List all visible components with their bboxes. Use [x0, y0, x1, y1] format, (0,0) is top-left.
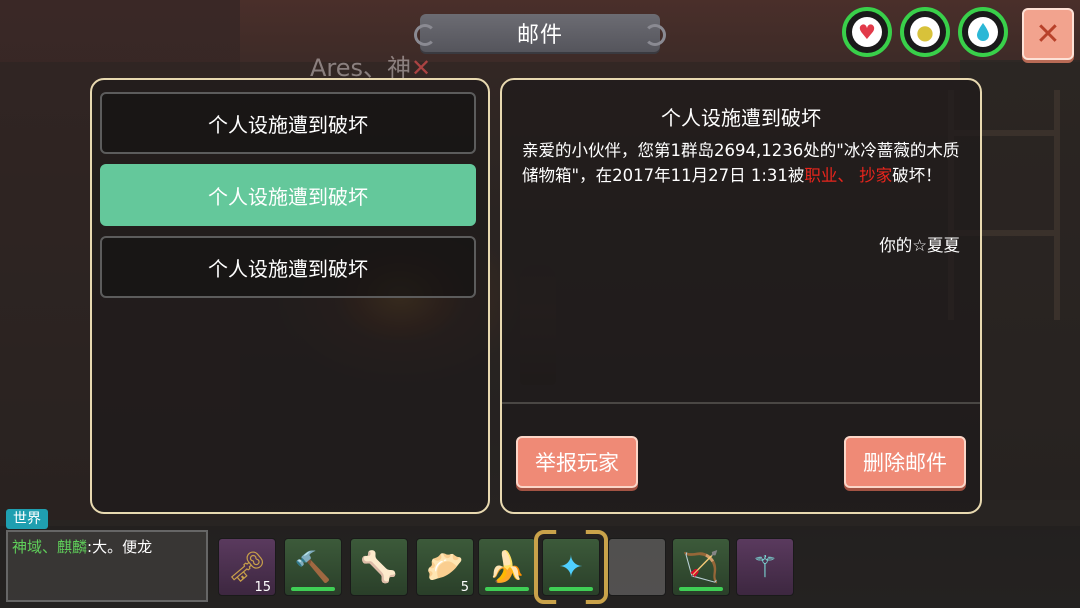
water-icon	[968, 17, 998, 47]
mail-item-label: 个人设施遭到破坏	[208, 256, 368, 281]
mail-detail-panel: 个人设施遭到破坏 亲爱的小伙伴，您第1群岛2694,1236处的"冰冷蔷薇的木质…	[500, 78, 982, 514]
bone-horn-icon: 🦴	[360, 549, 398, 585]
hotbar-slot-hammer[interactable]: 🔨	[284, 538, 342, 596]
chat-message: 大。便龙	[92, 538, 153, 556]
hotbar-slot-banana[interactable]: 🍌	[478, 538, 536, 596]
thirst-status[interactable]	[958, 7, 1008, 57]
delete-button-label: 删除邮件	[863, 451, 947, 475]
item-count: 5	[460, 580, 469, 595]
selected-slot-frame	[534, 530, 608, 604]
chat-channel-tab[interactable]: 世界	[6, 509, 48, 529]
close-button[interactable]: ✕	[1022, 8, 1074, 60]
mail-body-text-end: 破坏！	[892, 166, 942, 185]
hotbar-slot-keys[interactable]: 🗝 15	[218, 538, 276, 596]
panel-divider	[502, 402, 980, 404]
item-count: 15	[254, 580, 271, 595]
hotbar-slot-crystal-staff[interactable]: ⚚	[736, 538, 794, 596]
hammer-icon: 🔨	[294, 549, 332, 585]
chat-sender[interactable]: 神域、麒麟	[12, 538, 87, 556]
report-button-label: 举报玩家	[535, 451, 619, 475]
chat-box[interactable]: 神域、麒麟:大。便龙	[6, 530, 208, 602]
hotbar-slot-empty[interactable]	[608, 538, 666, 596]
crystal-staff-icon: ⚚	[751, 549, 779, 585]
hotbar-slot-bone-horn[interactable]: 🦴	[350, 538, 408, 596]
window-title: 邮件	[516, 23, 563, 48]
heart-icon: ♥	[852, 17, 882, 47]
mail-list-item-selected[interactable]: 个人设施遭到破坏	[100, 164, 476, 226]
report-player-button[interactable]: 举报玩家	[516, 436, 638, 488]
mail-item-label: 个人设施遭到破坏	[208, 184, 368, 209]
hunger-icon: ●	[910, 17, 940, 47]
bow-icon: 🏹	[682, 549, 720, 585]
hotbar-slot-bow[interactable]: 🏹	[672, 538, 730, 596]
mail-list-item[interactable]: 个人设施遭到破坏	[100, 236, 476, 298]
banana-icon: 🍌	[488, 549, 526, 585]
close-icon: ✕	[1035, 16, 1061, 52]
mail-list-panel: 个人设施遭到破坏 个人设施遭到破坏 个人设施遭到破坏	[90, 78, 490, 514]
durability-bar	[291, 587, 335, 591]
hotbar-slot-bun-basket[interactable]: 🥟 5	[416, 538, 474, 596]
durability-bar	[485, 587, 529, 591]
health-status[interactable]: ♥	[842, 7, 892, 57]
mail-title: 个人设施遭到破坏	[661, 106, 821, 130]
mail-item-label: 个人设施遭到破坏	[208, 112, 368, 137]
mail-list-item[interactable]: 个人设施遭到破坏	[100, 92, 476, 154]
mail-window-title-bar: 邮件	[414, 14, 666, 52]
attacker-names: 职业、 抄家	[804, 166, 893, 185]
delete-mail-button[interactable]: 删除邮件	[844, 436, 966, 488]
mail-signature: 你的☆夏夏	[879, 236, 960, 255]
bun-basket-icon: 🥟	[426, 549, 464, 585]
mail-body: 亲爱的小伙伴，您第1群岛2694,1236处的"冰冷蔷薇的木质储物箱"，在201…	[522, 138, 960, 188]
durability-bar	[679, 587, 723, 591]
hunger-status[interactable]: ●	[900, 7, 950, 57]
